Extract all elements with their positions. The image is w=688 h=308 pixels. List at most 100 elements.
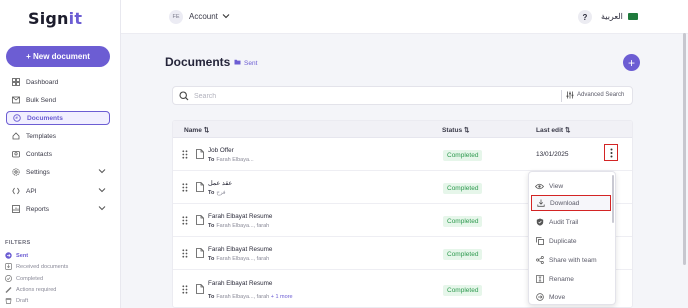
menu-item-label: View — [549, 182, 564, 190]
menu-item-label: Duplicate — [549, 237, 577, 245]
app-logo[interactable]: Signit — [28, 9, 82, 28]
search-input[interactable] — [194, 90, 494, 102]
menu-scrollbar[interactable] — [612, 175, 614, 223]
add-document-button[interactable]: + — [623, 54, 640, 71]
menu-item-label: Move — [549, 293, 566, 301]
filter-received-documents[interactable]: Received documents — [5, 263, 68, 270]
sidebar-item-label: Bulk Send — [26, 96, 57, 104]
drag-handle-icon[interactable] — [182, 216, 188, 227]
recipients: To Farah Elbaya..., farah — [208, 223, 270, 229]
filter-label: Actions required — [16, 286, 57, 293]
chevron-down-icon[interactable] — [222, 13, 230, 21]
status-badge: Completed — [443, 216, 483, 227]
status-badge: Completed — [443, 150, 483, 161]
drag-handle-icon[interactable] — [182, 183, 188, 194]
settings-icon — [11, 168, 20, 177]
folder-icon — [234, 59, 241, 67]
document-actions-menu: View Download Audit Trail Duplicate Shar… — [528, 171, 616, 305]
menu-item-duplicate[interactable]: Duplicate — [531, 233, 611, 249]
breadcrumb-label: Sent — [244, 59, 258, 67]
recipients: To Farah Elbaya..., farah — [208, 256, 270, 262]
eye-icon — [535, 182, 544, 191]
drag-handle-icon[interactable] — [182, 285, 188, 296]
sidebar-item-documents[interactable]: Documents — [6, 111, 110, 125]
filter-label: Draft — [16, 297, 29, 304]
table-row[interactable]: Job Offer To Farah Elbaya... Completed 13… — [173, 138, 632, 171]
sidebar-item-label: Dashboard — [26, 78, 59, 86]
menu-item-label: Rename — [549, 275, 574, 283]
contacts-icon — [11, 150, 20, 159]
advanced-search-label: Advanced Search — [577, 92, 625, 98]
sidebar-item-settings[interactable]: Settings — [6, 165, 110, 179]
move-icon — [535, 293, 544, 302]
sidebar-item-dashboard[interactable]: Dashboard — [6, 75, 110, 89]
advanced-search-button[interactable]: Advanced Search — [566, 91, 624, 99]
help-button[interactable]: ? — [578, 10, 592, 24]
recipients: To Farah Elbaya... — [208, 157, 254, 163]
filter-label: Sent — [16, 252, 29, 259]
menu-item-rename[interactable]: Rename — [531, 271, 611, 287]
sidebar-item-templates[interactable]: Templates — [6, 129, 110, 143]
draft-icon — [5, 297, 12, 304]
top-bar: FE Account ? العربية — [121, 0, 688, 34]
page-scrollbar[interactable] — [683, 33, 686, 265]
share-icon — [535, 256, 544, 265]
document-title[interactable]: Farah Elbayat Resume — [208, 246, 272, 253]
avatar[interactable]: FE — [169, 10, 183, 24]
chevron-down-icon — [98, 205, 106, 213]
search-bar: Advanced Search — [172, 86, 633, 105]
drag-handle-icon[interactable] — [182, 150, 188, 161]
sidebar-item-label: API — [26, 187, 37, 195]
column-header-name[interactable]: Name ⇅ — [184, 126, 209, 134]
documents-icon — [12, 114, 21, 123]
breadcrumb[interactable]: Sent — [234, 59, 257, 67]
chevron-down-icon — [98, 168, 106, 176]
filter-sent[interactable]: Sent — [5, 252, 28, 259]
filter-completed[interactable]: Completed — [5, 275, 43, 282]
flag-icon[interactable] — [628, 13, 638, 20]
sidebar-item-api[interactable]: API — [6, 184, 110, 198]
account-menu[interactable]: Account — [189, 12, 218, 21]
sidebar-item-label: Templates — [26, 132, 57, 140]
menu-item-audit-trail[interactable]: Audit Trail — [531, 214, 611, 230]
column-header-last-edit[interactable]: Last edit ⇅ — [536, 126, 570, 134]
sidebar-item-bulk-send[interactable]: Bulk Send — [6, 93, 110, 107]
menu-item-view[interactable]: View — [531, 178, 611, 194]
status-badge: Completed — [443, 183, 483, 194]
menu-item-label: Audit Trail — [549, 218, 579, 226]
filter-label: Completed — [16, 275, 44, 282]
document-title[interactable]: Farah Elbayat Resume — [208, 213, 272, 220]
logo-accent-text: it — [68, 9, 83, 28]
drag-handle-icon[interactable] — [182, 249, 188, 260]
kebab-menu-icon — [610, 148, 612, 157]
completed-icon — [5, 275, 12, 282]
duplicate-icon — [535, 237, 544, 246]
filter-actions-required[interactable]: Actions required — [5, 286, 56, 293]
menu-item-download[interactable]: Download — [531, 195, 611, 211]
new-document-button[interactable]: + New document — [6, 46, 110, 67]
rename-icon — [535, 275, 544, 284]
sidebar: Signit + New document Dashboard Bulk Sen… — [0, 0, 121, 308]
api-icon — [11, 187, 20, 196]
document-title[interactable]: Job Offer — [208, 147, 234, 154]
language-switch[interactable]: العربية — [601, 12, 623, 21]
search-divider — [561, 90, 562, 102]
filter-label: Received documents — [16, 263, 69, 270]
document-title[interactable]: Farah Elbayat Resume — [208, 280, 272, 287]
menu-item-share-with-team[interactable]: Share with team — [531, 252, 611, 268]
menu-item-move[interactable]: Move — [531, 289, 611, 305]
recipients: To فرح — [208, 190, 226, 196]
more-actions-button[interactable] — [604, 144, 618, 161]
sidebar-item-contacts[interactable]: Contacts — [6, 147, 110, 161]
column-header-status[interactable]: Status ⇅ — [442, 126, 470, 134]
templates-icon — [11, 132, 20, 141]
sidebar-item-label: Reports — [26, 205, 50, 213]
sidebar-item-label: Contacts — [26, 150, 53, 158]
last-edit-date: 13/01/2025 — [536, 151, 569, 158]
document-title[interactable]: عقد عمل — [208, 180, 232, 187]
sidebar-item-label: Documents — [27, 114, 63, 122]
document-icon — [196, 215, 204, 227]
sidebar-item-reports[interactable]: Reports — [6, 202, 110, 216]
filter-draft[interactable]: Draft — [5, 297, 28, 304]
logo-main-text: Sign — [28, 9, 69, 28]
